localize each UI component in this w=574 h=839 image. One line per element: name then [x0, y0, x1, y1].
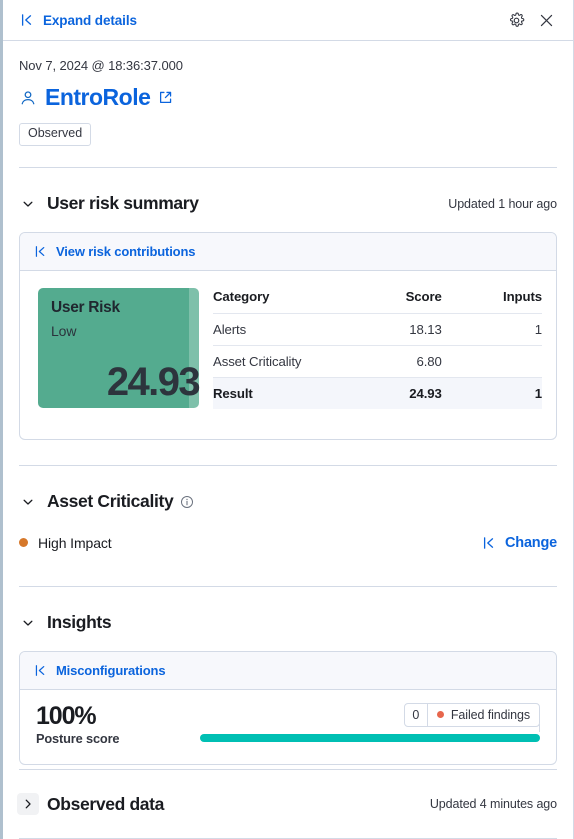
posture-score-caption: Posture score: [36, 731, 120, 746]
table-row-result: Result 24.93 1: [213, 377, 542, 409]
observed-data-title: Observed data: [47, 793, 165, 814]
misconfigurations-panel: Misconfigurations 100% Posture score 0 F…: [19, 650, 557, 765]
failed-findings-count: 0: [405, 703, 428, 726]
collapse-left-icon: [482, 536, 496, 550]
close-button[interactable]: [533, 7, 559, 33]
flyout-body: Nov 7, 2024 @ 18:36:37.000 EntroRole Obs…: [3, 41, 573, 839]
divider-risk: [19, 464, 557, 466]
table-row: Asset Criticality 6.80: [213, 345, 542, 378]
identity-header: Nov 7, 2024 @ 18:36:37.000 EntroRole Obs…: [3, 41, 573, 146]
column-header-score: Score: [358, 288, 478, 314]
posture-score-percent: 100%: [36, 701, 97, 730]
gear-icon: [508, 12, 525, 29]
event-timestamp: Nov 7, 2024 @ 18:36:37.000: [19, 58, 183, 73]
cell-category: Asset Criticality: [213, 345, 359, 378]
posture-progress-track: [200, 723, 540, 742]
observed-data-toggle[interactable]: [17, 793, 39, 815]
table-row: Alerts 18.13 1: [213, 313, 542, 346]
user-risk-card-level: Low: [51, 322, 77, 339]
findings-block: 0 Failed findings: [200, 702, 540, 742]
identity-title-row: EntroRole: [19, 84, 557, 111]
asset-criticality-header: Asset Criticality: [3, 487, 573, 517]
misconfigurations-label: Misconfigurations: [56, 662, 166, 678]
failed-findings-badge[interactable]: 0 Failed findings: [403, 702, 540, 727]
flyout-topbar: Expand details: [3, 0, 573, 41]
cell-inputs: 1: [477, 377, 542, 409]
observed-data-updated: Updated 4 minutes ago: [429, 797, 557, 811]
collapse-left-icon: [34, 664, 47, 677]
failed-findings-label: Failed findings: [450, 707, 530, 722]
info-icon[interactable]: [180, 495, 194, 509]
insights-header: Insights: [3, 608, 573, 638]
expand-details-button[interactable]: Expand details: [18, 11, 139, 30]
chevron-down-icon: [21, 197, 35, 211]
insights-title: Insights: [47, 612, 112, 633]
badge-row: Observed: [19, 123, 557, 146]
user-risk-summary-toggle[interactable]: [17, 193, 39, 215]
details-flyout: Expand details Nov 7, 2024 @ 18:36:37.00…: [0, 0, 574, 839]
risk-contributions-panel: View risk contributions User Risk Low 24…: [19, 231, 557, 440]
column-header-inputs: Inputs: [477, 288, 542, 314]
user-risk-card-label: User Risk: [51, 298, 120, 316]
posture-progress-fill: [200, 733, 540, 742]
cell-inputs: [477, 345, 542, 378]
asset-criticality-value: High Impact: [38, 534, 112, 551]
risk-contributions-panel-header: View risk contributions: [20, 232, 556, 271]
asset-criticality-value-row: High Impact Change: [3, 531, 573, 555]
asset-criticality-title: Asset Criticality: [47, 491, 174, 512]
change-criticality-button[interactable]: Change: [482, 535, 557, 551]
table-header-row: Category Score Inputs: [213, 288, 542, 314]
status-badge: Observed: [19, 123, 92, 146]
user-risk-score-card: User Risk Low 24.93: [38, 287, 201, 408]
misconfigurations-panel-body: 100% Posture score 0 Failed findings: [20, 690, 556, 764]
cell-score: 18.13: [358, 313, 478, 346]
view-risk-contributions-button[interactable]: View risk contributions: [34, 244, 195, 259]
failed-findings-label-wrap: Failed findings: [428, 704, 539, 726]
collapse-left-icon: [20, 13, 34, 27]
close-icon: [539, 13, 554, 28]
user-icon: [19, 89, 37, 107]
settings-button[interactable]: [503, 7, 529, 33]
user-risk-card-value: 24.93: [106, 359, 201, 404]
identity-name[interactable]: EntroRole: [45, 84, 151, 111]
cell-inputs: 1: [477, 313, 542, 346]
failed-findings-dot-icon: [436, 711, 444, 719]
change-criticality-label: Change: [505, 534, 557, 551]
collapse-left-icon: [34, 245, 47, 258]
posture-score-block: 100% Posture score: [36, 701, 120, 746]
cell-category: Result: [213, 377, 359, 409]
column-header-category: Category: [213, 288, 359, 314]
risk-panel-body: User Risk Low 24.93 Category Score Input…: [20, 271, 556, 439]
user-risk-summary-header: User risk summary Updated 1 hour ago: [3, 189, 573, 219]
user-risk-summary-title: User risk summary: [47, 193, 199, 214]
chevron-down-icon: [21, 616, 35, 630]
progress-tick: [539, 723, 540, 732]
chevron-down-icon: [21, 495, 35, 509]
cell-score: 6.80: [358, 345, 478, 378]
misconfigurations-panel-header: Misconfigurations: [20, 651, 556, 690]
expand-details-label: Expand details: [43, 12, 137, 28]
misconfigurations-button[interactable]: Misconfigurations: [34, 662, 166, 678]
divider-criticality: [19, 585, 557, 587]
view-risk-contributions-label: View risk contributions: [56, 243, 196, 259]
user-risk-summary-updated: Updated 1 hour ago: [448, 196, 557, 211]
risk-contributions-table: Category Score Inputs Alerts 18.13 1 Ass…: [213, 288, 542, 409]
external-link-icon[interactable]: [158, 90, 173, 105]
cell-score: 24.93: [358, 377, 478, 409]
insights-toggle[interactable]: [17, 612, 39, 634]
cell-category: Alerts: [213, 313, 359, 346]
observed-data-header: Observed data Updated 4 minutes ago: [3, 789, 573, 819]
divider-observed-top: [19, 769, 557, 770]
asset-criticality-toggle[interactable]: [17, 491, 39, 513]
divider-top: [19, 166, 557, 168]
criticality-dot-icon: [19, 538, 28, 548]
chevron-right-icon: [21, 797, 35, 811]
